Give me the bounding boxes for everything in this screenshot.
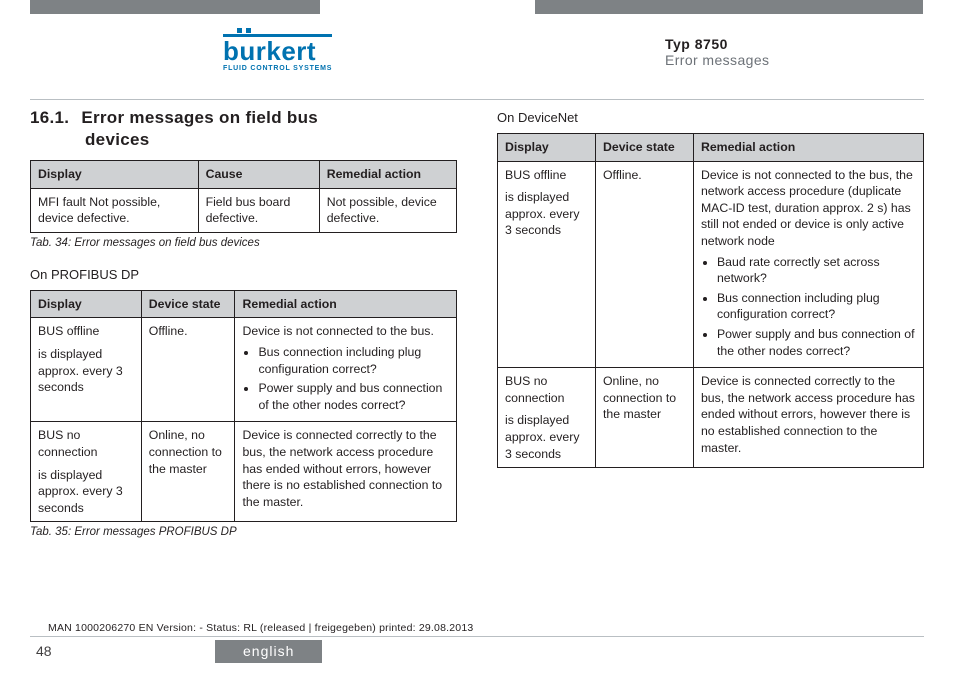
table-caption: Tab. 35: Error messages PROFIBUS DP [30,526,457,538]
list-item: Baud rate correctly set across network? [717,254,916,287]
table-row: BUS offline is displayed approx. every 3… [31,318,457,422]
page-number: 48 [36,643,52,659]
section-title-line2: devices [85,130,457,150]
list-item: Bus connection including plug configurat… [717,290,916,323]
brand-logo: burkert FLUID CONTROL SYSTEMS [223,36,332,72]
section-heading: 16.1. Error messages on field bus devices [30,108,457,150]
col-cause: Cause [198,161,319,189]
list-item: Power supply and bus connection of the o… [717,326,916,359]
page-header: burkert FLUID CONTROL SYSTEMS Typ 8750 E… [30,30,924,100]
table-row: BUS offline is displayed approx. every 3… [498,161,924,368]
table-fieldbus-errors: Display Cause Remedial action MFI fault … [30,160,457,233]
devicenet-heading: On DeviceNet [497,110,924,125]
cell-action: Device is connected correctly to the bus… [693,368,923,468]
top-accent-right [535,0,923,14]
left-column: 16.1. Error messages on field bus devices… [30,108,457,556]
cell-action: Device is not connected to the bus. Bus … [235,318,457,422]
table-devicenet: Display Device state Remedial action BUS… [497,133,924,468]
list-item: Power supply and bus connection of the o… [258,380,449,413]
cell-action: Not possible, device defective. [319,188,456,232]
top-accent-left [30,0,320,14]
section-title-line1: Error messages on field bus [81,108,318,127]
cell-display: BUS no connection is displayed approx. e… [498,368,596,468]
type-label: Typ 8750 [665,36,769,52]
document-meta: Typ 8750 Error messages [665,36,769,68]
cell-display: BUS offline is displayed approx. every 3… [498,161,596,368]
cell-cause: Field bus board defective. [198,188,319,232]
cell-display: BUS offline is displayed approx. every 3… [31,318,142,422]
table-row: BUS no connection is displayed approx. e… [498,368,924,468]
table-caption: Tab. 34: Error messages on field bus dev… [30,237,457,249]
language-badge: english [215,640,322,663]
content-columns: 16.1. Error messages on field bus devices… [30,108,924,556]
cell-state: Online, no connection to the master [141,422,235,522]
list-item: Bus connection including plug configurat… [258,344,449,377]
section-number: 16.1. [30,108,69,127]
col-display: Display [498,134,596,162]
cell-state: Online, no connection to the master [595,368,693,468]
table-profibus: Display Device state Remedial action BUS… [30,290,457,523]
cell-state: Offline. [595,161,693,368]
col-display: Display [31,290,142,318]
col-remedial: Remedial action [693,134,923,162]
table-row: MFI fault Not possible, device defective… [31,188,457,232]
col-device-state: Device state [595,134,693,162]
right-column: On DeviceNet Display Device state Remedi… [497,108,924,556]
brand-name: burkert [223,36,316,66]
profibus-heading: On PROFIBUS DP [30,267,457,282]
table-row: BUS no connection is displayed approx. e… [31,422,457,522]
cell-action: Device is not connected to the bus, the … [693,161,923,368]
cell-action: Device is connected correctly to the bus… [235,422,457,522]
col-device-state: Device state [141,290,235,318]
col-remedial: Remedial action [235,290,457,318]
type-subtitle: Error messages [665,52,769,68]
col-display: Display [31,161,199,189]
col-remedial: Remedial action [319,161,456,189]
print-metadata: MAN 1000206270 EN Version: - Status: RL … [48,622,473,634]
cell-state: Offline. [141,318,235,422]
cell-display: BUS no connection is displayed approx. e… [31,422,142,522]
page-footer: MAN 1000206270 EN Version: - Status: RL … [30,636,924,659]
cell-display: MFI fault Not possible, device defective… [31,188,199,232]
